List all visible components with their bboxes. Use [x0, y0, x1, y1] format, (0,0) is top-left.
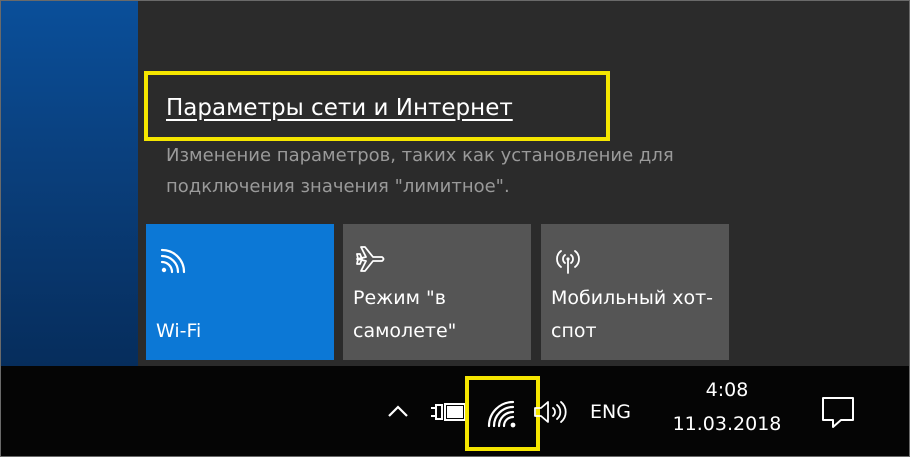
mobile-hotspot-tile[interactable]: Мобильный хот-спот — [541, 224, 729, 360]
network-flyout: Параметры сети и Интернет Изменение пара… — [138, 1, 909, 366]
clock[interactable]: 4:08 11.03.2018 — [665, 373, 789, 441]
airplane-mode-tile-label: Режим "в самолете" — [353, 287, 457, 342]
notification-icon[interactable] — [819, 394, 857, 430]
highlight-wifi-tray — [465, 376, 540, 451]
language-indicator[interactable]: ENG — [590, 401, 631, 423]
screen: Параметры сети и Интернет Изменение пара… — [0, 0, 910, 457]
mobile-hotspot-tile-label: Мобильный хот-спот — [551, 287, 714, 342]
clock-date: 11.03.2018 — [672, 413, 782, 435]
airplane-icon — [356, 246, 385, 272]
hotspot-icon — [556, 250, 580, 274]
clock-time: 4:08 — [705, 379, 749, 401]
airplane-mode-tile[interactable]: Режим "в самолете" — [343, 224, 531, 360]
highlight-settings-link — [144, 71, 610, 141]
desktop-background — [1, 1, 141, 366]
wifi-icon — [160, 248, 186, 274]
wifi-tile-label: Wi-Fi — [156, 320, 202, 342]
settings-description: Изменение параметров, таких как установл… — [166, 145, 674, 197]
volume-icon[interactable] — [532, 397, 572, 427]
power-icon[interactable] — [429, 398, 469, 426]
wifi-tile[interactable]: Wi-Fi — [146, 224, 334, 360]
chevron-up-icon[interactable] — [385, 401, 411, 421]
